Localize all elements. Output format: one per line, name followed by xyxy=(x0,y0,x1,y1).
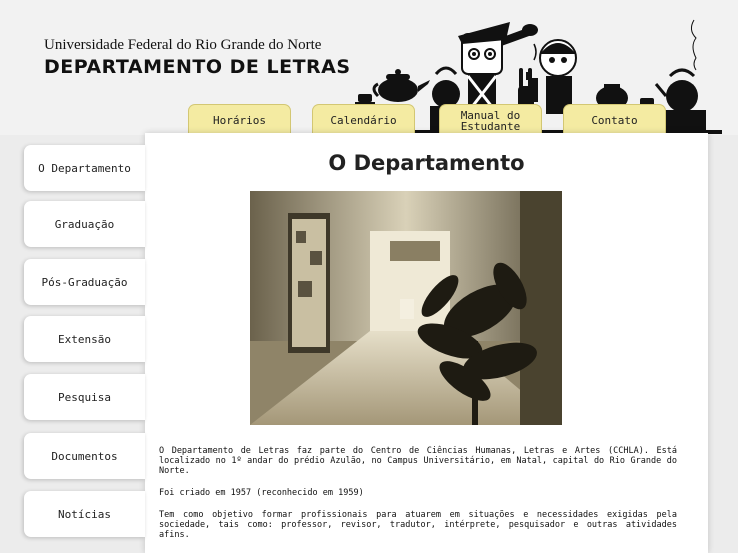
sidebar-item-extensao[interactable]: Extensão xyxy=(24,316,145,362)
tab-manual-do-estudante[interactable]: Manual do Estudante xyxy=(439,104,542,136)
department-hallway-photo xyxy=(250,191,562,425)
page-title: O Departamento xyxy=(328,151,525,175)
paragraph-objective: Tem como objetivo formar profissionais p… xyxy=(159,510,677,540)
sidebar-item-noticias[interactable]: Notícias xyxy=(24,491,145,537)
sidebar-item-graduacao[interactable]: Graduação xyxy=(24,201,145,247)
sidebar-item-documentos[interactable]: Documentos xyxy=(24,433,145,479)
sidebar-item-pesquisa[interactable]: Pesquisa xyxy=(24,374,145,420)
department-description: O Departamento de Letras faz parte do Ce… xyxy=(159,446,677,552)
tab-calendario[interactable]: Calendário xyxy=(312,104,415,136)
sidebar-item-pos-graduacao[interactable]: Pós-Graduação xyxy=(24,259,145,305)
university-name: Universidade Federal do Rio Grande do No… xyxy=(44,37,322,53)
tab-horarios[interactable]: Horários xyxy=(188,104,291,136)
main-content: O Departamento O Departamento de Letras … xyxy=(145,133,708,553)
department-name: DEPARTAMENTO DE LETRAS xyxy=(44,56,351,78)
paragraph-location: O Departamento de Letras faz parte do Ce… xyxy=(159,446,677,476)
paragraph-founded: Foi criado em 1957 (reconhecido em 1959) xyxy=(159,488,364,498)
tab-contato[interactable]: Contato xyxy=(563,104,666,136)
sidebar-item-o-departamento[interactable]: O Departamento xyxy=(24,145,145,191)
